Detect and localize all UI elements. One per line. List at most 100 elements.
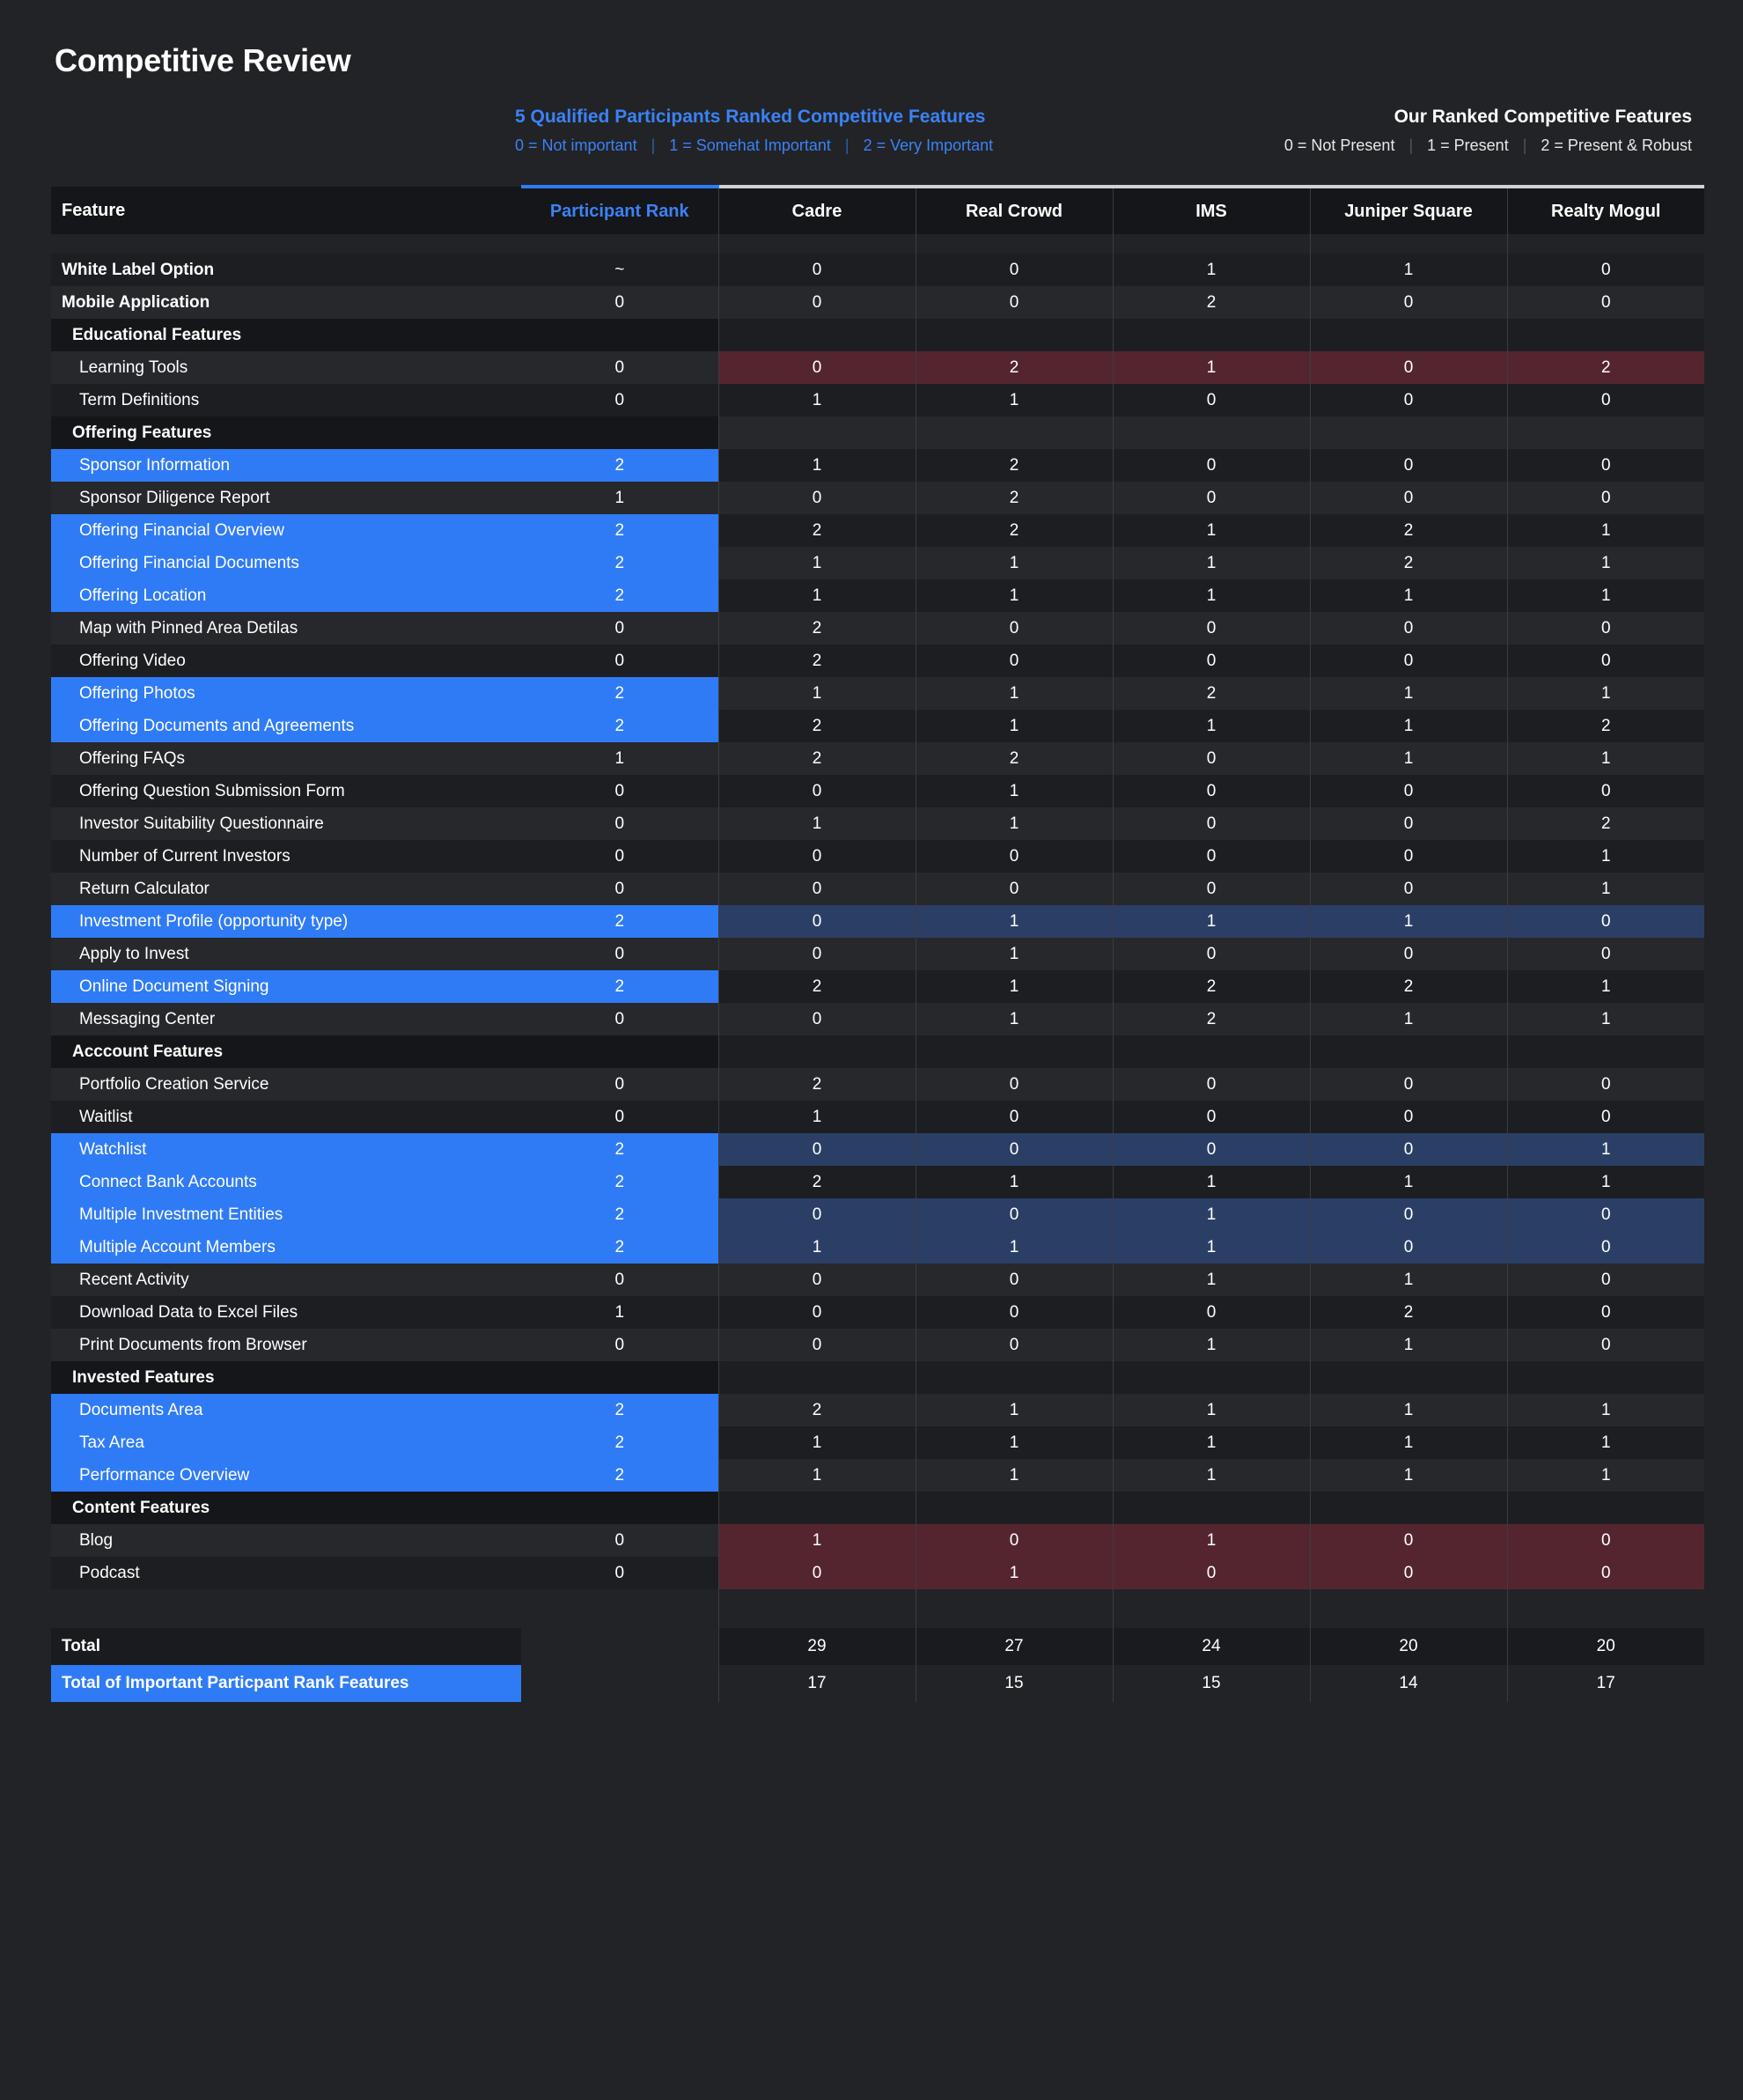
gap-cell <box>51 1589 521 1628</box>
table-row[interactable]: Download Data to Excel Files 1 0 0 0 2 0 <box>51 1296 1704 1329</box>
feature-label: Blog <box>79 1530 114 1550</box>
table-row[interactable]: Apply to Invest 0 0 1 0 0 0 <box>51 938 1704 970</box>
table-row[interactable]: Offering Financial Overview 2 2 2 1 2 1 <box>51 514 1704 547</box>
table-row[interactable]: Offering Photos 2 1 1 2 1 1 <box>51 677 1704 710</box>
table-row[interactable]: Sponsor Information 2 1 2 0 0 0 <box>51 449 1704 482</box>
table-row[interactable]: Offering Financial Documents 2 1 1 1 2 1 <box>51 547 1704 579</box>
column-header-cadre[interactable]: Cadre <box>717 185 916 234</box>
score-cell-cadre: 1 <box>717 1426 916 1459</box>
score-cell-juniper-square: 1 <box>1309 1166 1507 1198</box>
participant-rank-cell <box>521 1492 718 1524</box>
score-cell-juniper-square: 1 <box>1309 1394 1507 1426</box>
table-row[interactable]: Offering Features <box>51 416 1704 449</box>
score-cell-realty-mogul: 1 <box>1506 579 1704 612</box>
table-row[interactable]: Multiple Investment Entities 2 0 0 1 0 0 <box>51 1198 1704 1231</box>
table-row[interactable]: Online Document Signing 2 2 1 2 2 1 <box>51 970 1704 1003</box>
feature-label: Map with Pinned Area Detilas <box>79 618 298 637</box>
table-row[interactable]: Mobile Application 0 0 0 2 0 0 <box>51 286 1704 319</box>
score-cell-juniper-square: 0 <box>1309 873 1507 905</box>
feature-label: Multiple Investment Entities <box>79 1205 283 1224</box>
feature-label: Download Data to Excel Files <box>79 1302 298 1322</box>
participant-rank-cell: 2 <box>521 677 718 710</box>
table-row[interactable]: Content Features <box>51 1492 1704 1524</box>
score-cell-realty-mogul <box>1506 1492 1704 1524</box>
table-row[interactable]: Documents Area 2 2 1 1 1 1 <box>51 1394 1704 1426</box>
column-header-real-crowd[interactable]: Real Crowd <box>915 185 1113 234</box>
table-row[interactable]: Map with Pinned Area Detilas 0 2 0 0 0 0 <box>51 612 1704 645</box>
table-row[interactable]: Invested Features <box>51 1361 1704 1394</box>
score-cell-juniper-square: 1 <box>1309 677 1507 710</box>
participant-rank-cell: 2 <box>521 1133 718 1166</box>
score-cell-ims: 0 <box>1112 840 1310 873</box>
table-row[interactable]: Sponsor Diligence Report 1 0 2 0 0 0 <box>51 482 1704 514</box>
participant-rank-cell: 0 <box>521 384 718 416</box>
table-row[interactable]: Offering Documents and Agreements 2 2 1 1 1 2 <box>51 710 1704 742</box>
feature-label: Content Features <box>72 1498 210 1517</box>
table-row[interactable]: Offering Question Submission Form 0 0 1 0 0 0 <box>51 775 1704 807</box>
score-cell-juniper-square: 0 <box>1309 1557 1507 1589</box>
feature-name-cell: Print Documents from Browser <box>51 1329 521 1361</box>
table-row[interactable]: Performance Overview 2 1 1 1 1 1 <box>51 1459 1704 1492</box>
table-row[interactable]: Offering FAQs 1 2 2 0 1 1 <box>51 742 1704 775</box>
score-cell-realty-mogul: 1 <box>1506 1426 1704 1459</box>
table-row[interactable]: Offering Video 0 2 0 0 0 0 <box>51 645 1704 677</box>
score-cell-ims: 1 <box>1112 710 1310 742</box>
table-row[interactable]: Portfolio Creation Service 0 2 0 0 0 0 <box>51 1068 1704 1101</box>
score-cell-ims: 0 <box>1112 873 1310 905</box>
score-cell-cadre <box>717 1361 916 1394</box>
table-row[interactable]: Investor Suitability Questionnaire 0 1 1 0 0 2 <box>51 807 1704 840</box>
score-cell-realty-mogul: 0 <box>1506 612 1704 645</box>
feature-label: Watchlist <box>79 1139 147 1159</box>
score-cell-realty-mogul: 0 <box>1506 1231 1704 1264</box>
table-row[interactable]: Watchlist 2 0 0 0 0 1 <box>51 1133 1704 1166</box>
column-header-realty-mogul[interactable]: Realty Mogul <box>1506 185 1704 234</box>
table-row[interactable]: Investment Profile (opportunity type) 2 0 1… <box>51 905 1704 938</box>
table-row[interactable]: Podcast 0 0 1 0 0 0 <box>51 1557 1704 1589</box>
score-cell-juniper-square <box>1309 1035 1507 1068</box>
legend-divider-icon: | <box>1408 136 1414 154</box>
score-cell-realty-mogul <box>1506 319 1704 351</box>
spacer-cell <box>51 234 521 254</box>
table-row[interactable]: Multiple Account Members 2 1 1 1 0 0 <box>51 1231 1704 1264</box>
our-legend: Our Ranked Competitive Features 0 = Not … <box>1284 104 1692 158</box>
table-row[interactable]: Waitlist 0 1 0 0 0 0 <box>51 1101 1704 1133</box>
table-row[interactable]: Recent Activity 0 0 0 1 1 0 <box>51 1264 1704 1296</box>
score-cell-cadre: 0 <box>717 840 916 873</box>
table-row[interactable]: Offering Location 2 1 1 1 1 1 <box>51 579 1704 612</box>
table-row[interactable]: Print Documents from Browser 0 0 0 1 1 0 <box>51 1329 1704 1361</box>
feature-label: Offering Features <box>72 423 212 442</box>
table-row[interactable]: Return Calculator 0 0 0 0 0 1 <box>51 873 1704 905</box>
table-row[interactable]: Tax Area 2 1 1 1 1 1 <box>51 1426 1704 1459</box>
feature-label: Offering Financial Documents <box>79 553 299 572</box>
score-cell-real-crowd: 0 <box>915 1264 1113 1296</box>
table-row[interactable]: Acccount Features <box>51 1035 1704 1068</box>
score-cell-juniper-square: 1 <box>1309 905 1507 938</box>
column-header-participant-rank[interactable]: Participant Rank <box>521 185 718 234</box>
table-row[interactable]: Connect Bank Accounts 2 2 1 1 1 1 <box>51 1166 1704 1198</box>
score-cell-realty-mogul: 2 <box>1506 710 1704 742</box>
table-row[interactable]: White Label Option ~0 0 1 1 0 <box>51 254 1704 286</box>
spacer-cell <box>915 234 1113 254</box>
score-cell-juniper-square <box>1309 319 1507 351</box>
table-row[interactable]: Blog 0 1 0 1 0 0 <box>51 1524 1704 1557</box>
score-cell-realty-mogul: 0 <box>1506 1101 1704 1133</box>
table-row[interactable]: Learning Tools 0 0 2 1 0 2 <box>51 351 1704 384</box>
legend-divider-icon: | <box>651 136 656 154</box>
score-cell-realty-mogul: 1 <box>1506 840 1704 873</box>
score-cell-real-crowd: 2 <box>915 482 1113 514</box>
column-header-ims[interactable]: IMS <box>1112 185 1310 234</box>
score-cell-ims <box>1112 319 1310 351</box>
score-cell-realty-mogul: 0 <box>1506 482 1704 514</box>
score-cell-ims: 0 <box>1112 612 1310 645</box>
participant-rank-cell: 0 <box>521 1264 718 1296</box>
score-cell-cadre: 0 <box>717 1329 916 1361</box>
participant-rank-cell: 0 <box>521 873 718 905</box>
table-row[interactable]: Educational Features <box>51 319 1704 351</box>
table-row[interactable]: Number of Current Investors 0 0 0 0 0 1 <box>51 840 1704 873</box>
table-row[interactable]: Messaging Center 0 0 1 2 1 1 <box>51 1003 1704 1035</box>
column-header-feature[interactable]: Feature <box>51 187 521 234</box>
column-header-juniper-square[interactable]: Juniper Square <box>1309 185 1507 234</box>
table-row[interactable]: Term Definitions 0 1 1 0 0 0 <box>51 384 1704 416</box>
score-cell-cadre: 2 <box>717 612 916 645</box>
score-cell-real-crowd: 1 <box>915 579 1113 612</box>
